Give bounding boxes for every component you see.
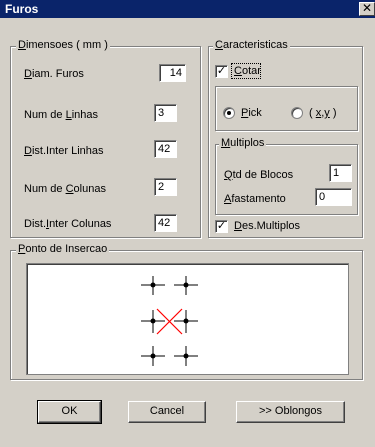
qtd-blocos-input[interactable]: 1: [329, 164, 352, 182]
hole-dot: [183, 353, 189, 359]
dimensoes-legend: Dimensoes ( mm ): [16, 39, 110, 51]
ok-button[interactable]: OK: [37, 400, 102, 424]
hole-dot: [183, 318, 189, 324]
dist-colunas-input[interactable]: 42: [154, 214, 177, 232]
cotar-label[interactable]: Cotar: [234, 65, 261, 77]
ponto-insercao-legend: Ponto de Insercao: [16, 243, 110, 255]
num-colunas-input[interactable]: 2: [154, 178, 177, 196]
num-linhas-input[interactable]: 3: [154, 104, 177, 122]
caracteristicas-legend: Caracteristicas: [213, 39, 290, 51]
hole-dot: [150, 353, 156, 359]
afastamento-input[interactable]: 0: [315, 188, 352, 206]
insertion-diagram: [141, 276, 198, 366]
xy-label[interactable]: ( x,y ): [309, 107, 337, 119]
cotar-checkbox[interactable]: ✓: [215, 65, 228, 78]
multiplos-legend: Multiplos: [219, 137, 267, 149]
afastamento-label: Afastamento: [224, 193, 286, 205]
hole-dot: [183, 282, 189, 288]
mode-group: [215, 86, 358, 131]
des-multiplos-checkbox[interactable]: ✓: [215, 220, 228, 233]
oblongos-button[interactable]: >> Oblongos: [236, 401, 345, 423]
hole-dot: [150, 318, 156, 324]
pick-label[interactable]: Pick: [241, 107, 262, 119]
dist-linhas-label: Dist.Inter Linhas: [24, 145, 104, 157]
check-icon: ✓: [216, 65, 227, 77]
num-colunas-label: Num de Colunas: [24, 183, 106, 195]
title-bar: [0, 0, 375, 18]
insertion-preview[interactable]: [26, 263, 349, 375]
des-multiplos-label[interactable]: Des.Multiplos: [234, 220, 300, 232]
dist-linhas-input[interactable]: 42: [154, 140, 177, 158]
check-icon: ✓: [216, 220, 227, 232]
window-title: Furos: [5, 2, 39, 16]
diam-furos-label: Diam. Furos: [24, 68, 84, 80]
dimensoes-legend-mnemonic: D: [18, 39, 26, 51]
dist-colunas-label: Dist.Inter Colunas: [24, 218, 112, 230]
num-linhas-label: Num de Linhas: [24, 109, 98, 121]
hole-dot: [150, 282, 156, 288]
close-icon: ✕: [361, 1, 373, 15]
radio-selected-dot: [227, 111, 231, 115]
cancel-button[interactable]: Cancel: [128, 401, 206, 423]
xy-radio[interactable]: [291, 107, 303, 119]
diam-furos-input[interactable]: 14: [159, 64, 186, 82]
dimensoes-legend-text: imensoes ( mm ): [25, 39, 108, 51]
close-button[interactable]: ✕: [359, 2, 375, 16]
qtd-blocos-label: Qtd de Blocos: [224, 169, 294, 181]
pick-radio[interactable]: [223, 107, 235, 119]
